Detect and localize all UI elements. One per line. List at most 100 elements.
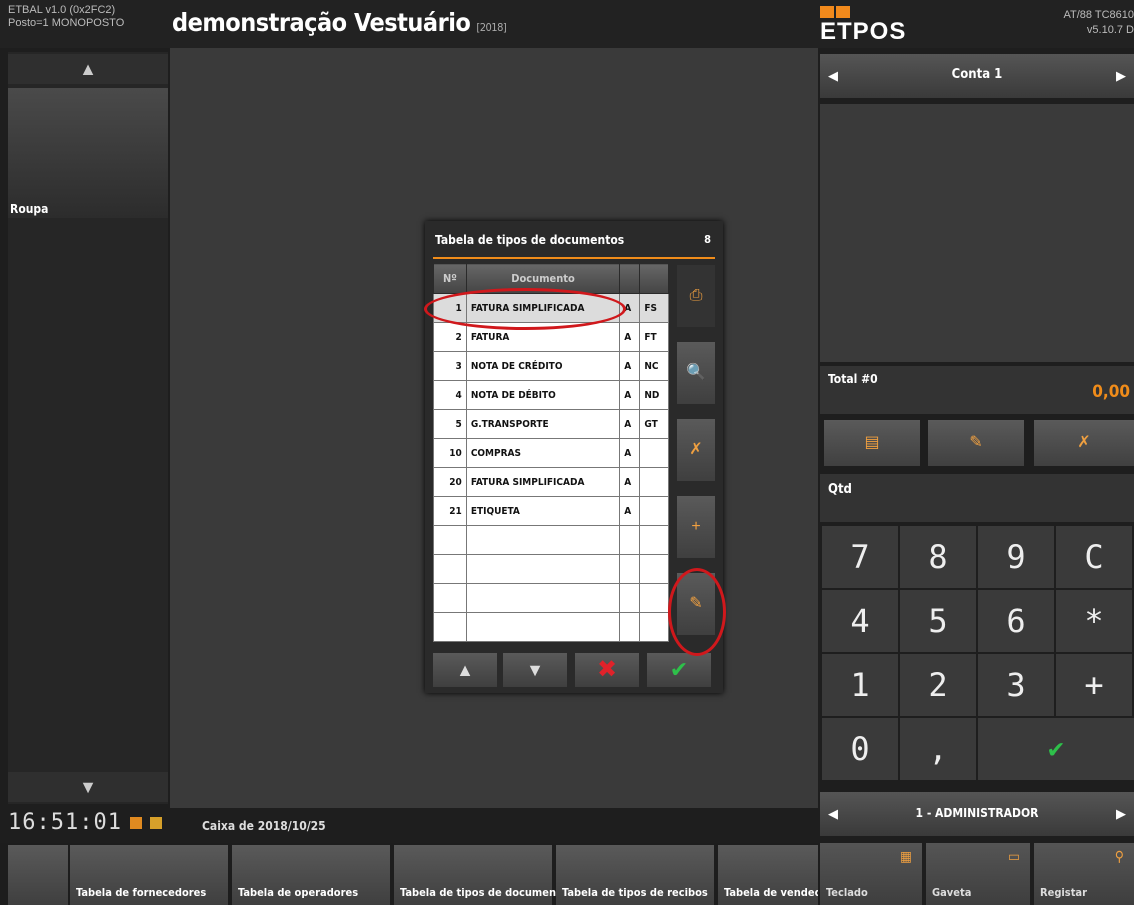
document-delete-button[interactable]: ✗ [1034, 420, 1134, 466]
table-row[interactable]: 21 ETIQUETA A [433, 496, 669, 526]
keyboard-button[interactable]: ▦ Teclado [820, 843, 922, 905]
dialog-title: Tabela de tipos de documentos [435, 233, 625, 247]
delete-document-icon: ✗ [689, 441, 703, 458]
logo-square-icon [836, 6, 850, 18]
row-code [639, 467, 669, 497]
table-row[interactable]: 3 NOTA DE CRÉDITO A NC [433, 351, 669, 381]
key-1[interactable]: 1 [822, 654, 898, 716]
row-number: 5 [433, 409, 467, 439]
document-list-button[interactable]: ▤ [824, 420, 920, 466]
dialog-divider [433, 257, 715, 259]
quantity-display: Qtd [820, 474, 1134, 522]
confirm-button[interactable]: ✔ [647, 653, 711, 687]
category-panel: ▲ Roupa ▼ [8, 52, 168, 804]
key-multiply[interactable]: * [1056, 590, 1132, 652]
cash-register-icon [149, 817, 162, 829]
key-2[interactable]: 2 [900, 654, 976, 716]
row-code: ND [639, 380, 669, 410]
row-series: A [619, 322, 641, 352]
tab-tipos-recibos[interactable]: Tabela de tipos de recibos [556, 845, 714, 905]
tab-blank[interactable] [8, 845, 68, 905]
drawer-button[interactable]: ▭ Gaveta [926, 843, 1030, 905]
key-6[interactable]: 6 [978, 590, 1054, 652]
tab-label: Tabela de vendedore [724, 886, 818, 899]
table-row[interactable]: 5 G.TRANSPORTE A GT [433, 409, 669, 439]
table-row[interactable]: 20 FATURA SIMPLIFICADA A [433, 467, 669, 497]
row-number: 4 [433, 380, 467, 410]
view-document-icon: 🔍 [686, 364, 706, 381]
row-number: 3 [433, 351, 467, 381]
table-row-empty [433, 554, 669, 584]
tab-label: Tabela de operadores [238, 886, 359, 899]
row-document: COMPRAS [465, 438, 621, 468]
account-selector: ◀ Conta 1 ▶ [820, 54, 1134, 98]
row-document: G.TRANSPORTE [465, 409, 621, 439]
row-document: ETIQUETA [465, 496, 621, 526]
key-7[interactable]: 7 [822, 526, 898, 588]
row-number: 2 [433, 322, 467, 352]
key-enter[interactable]: ✔ [978, 718, 1134, 780]
key-3[interactable]: 3 [978, 654, 1054, 716]
key-0[interactable]: 0 [822, 718, 898, 780]
user-selector: ◀ 1 - ADMINISTRADOR ▶ [820, 792, 1134, 836]
key-8[interactable]: 8 [900, 526, 976, 588]
add-document-icon: + [691, 518, 701, 535]
document-icon: ▤ [864, 434, 880, 451]
register-icon: ⚲ [1114, 849, 1124, 865]
terminal-info: AT/88 TC8610 v5.10.7 D [1063, 8, 1134, 38]
tab-tipos-documentos[interactable]: Tabela de tipos de documentos [394, 845, 573, 905]
tab-label: Tabela de tipos de documentos [400, 886, 574, 899]
station-line: Posto=1 MONOPOSTO [8, 17, 125, 29]
cancel-icon: ✖ [596, 656, 618, 683]
add-document-button[interactable]: + [677, 496, 715, 558]
total-box: Total #0 0,00 [820, 366, 1134, 414]
next-account-icon[interactable]: ▶ [1116, 68, 1126, 84]
row-document: NOTA DE CRÉDITO [465, 351, 621, 381]
app-version: v5.10.7 D [1086, 24, 1134, 36]
row-series: A [619, 496, 641, 526]
table-row-empty [433, 612, 669, 642]
tab-fornecedores[interactable]: Tabela de fornecedores [70, 845, 228, 905]
key-clear[interactable]: C [1056, 526, 1132, 588]
down-arrow-icon: ▼ [526, 660, 544, 680]
page-up-button[interactable]: ▲ [433, 653, 497, 687]
table-row-empty [433, 525, 669, 555]
total-label: Total #0 [828, 372, 878, 386]
table-row-empty [433, 583, 669, 613]
tab-vendedores[interactable]: Tabela de vendedore [718, 845, 818, 905]
document-edit-button[interactable]: ✎ [928, 420, 1024, 466]
register-button[interactable]: ⚲ Registar [1034, 843, 1134, 905]
app-title: demonstração Vestuário [2018] [172, 8, 507, 37]
table-row[interactable]: 4 NOTA DE DÉBITO A ND [433, 380, 669, 410]
up-arrow-icon: ▲ [456, 660, 474, 680]
highlight-ring-row [424, 288, 626, 330]
row-series: A [619, 380, 641, 410]
printer-status-icon [129, 817, 142, 829]
scroll-up-button[interactable]: ▲ [8, 54, 168, 84]
document-delete-icon: ✗ [1077, 434, 1091, 451]
view-button[interactable]: 🔍 [677, 342, 715, 404]
next-user-icon[interactable]: ▶ [1116, 806, 1126, 822]
version-line: ETBAL v1.0 (0x2FC2) [8, 4, 116, 16]
table-row[interactable]: 10 COMPRAS A [433, 438, 669, 468]
key-4[interactable]: 4 [822, 590, 898, 652]
cancel-button[interactable]: ✖ [575, 653, 639, 687]
document-edit-icon: ✎ [969, 434, 983, 451]
page-down-button[interactable]: ▼ [503, 653, 567, 687]
button-label: Registar [1040, 886, 1087, 899]
tab-operadores[interactable]: Tabela de operadores [232, 845, 390, 905]
row-series: A [619, 438, 641, 468]
print-button[interactable]: ⎙ [677, 265, 715, 327]
scroll-down-button[interactable]: ▼ [8, 772, 168, 802]
button-label: Teclado [826, 886, 868, 899]
key-plus[interactable]: + [1056, 654, 1132, 716]
key-5[interactable]: 5 [900, 590, 976, 652]
logo-text: ETPOS [820, 18, 907, 45]
tab-label: Tabela de fornecedores [76, 886, 207, 899]
key-comma[interactable]: , [900, 718, 976, 780]
category-button-roupa[interactable]: Roupa [8, 88, 168, 218]
column-series [619, 263, 641, 294]
key-9[interactable]: 9 [978, 526, 1054, 588]
logo-square-icon [820, 6, 834, 18]
delete-document-button[interactable]: ✗ [677, 419, 715, 481]
